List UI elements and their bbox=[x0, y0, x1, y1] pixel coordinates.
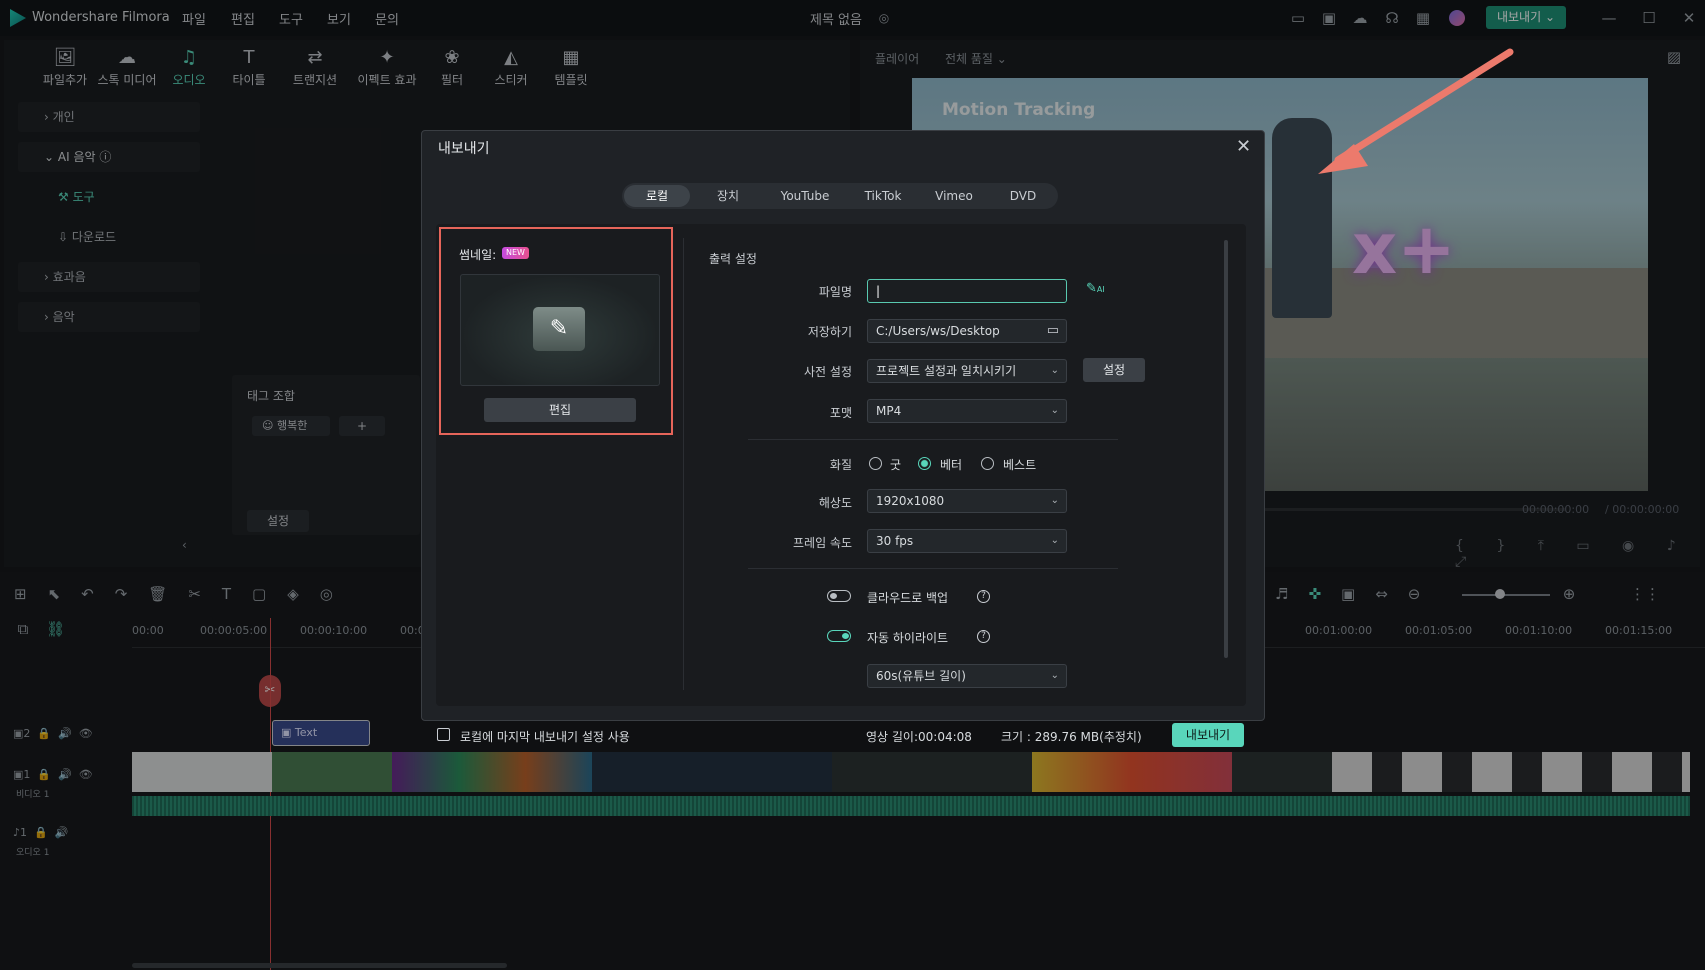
format-select[interactable]: MP4 ⌄ bbox=[867, 399, 1067, 423]
save-path-field[interactable]: C:/Users/ws/Desktop ▭ bbox=[867, 319, 1067, 343]
highlight-length-value: 60s(유튜브 길이) bbox=[876, 669, 966, 683]
filename-label: 파일명 bbox=[818, 285, 852, 299]
folder-icon[interactable]: ▭ bbox=[1047, 320, 1059, 342]
preset-select[interactable]: 프로젝트 설정과 일치시키기 ⌄ bbox=[867, 359, 1067, 383]
quality-radio-better[interactable] bbox=[918, 457, 931, 470]
size-text: 크기 : 289.76 MB(추정치) bbox=[1001, 730, 1142, 744]
framerate-value: 30 fps bbox=[876, 534, 914, 548]
save-path-value: C:/Users/ws/Desktop bbox=[876, 324, 1000, 338]
use-last-settings-label: 로컬에 마지막 내보내기 설정 사용 bbox=[460, 730, 630, 744]
quality-radio-best[interactable] bbox=[981, 457, 994, 470]
chevron-down-icon: ⌄ bbox=[1050, 405, 1059, 416]
vertical-divider bbox=[683, 238, 684, 690]
cloud-backup-label: 클라우드로 백업 bbox=[867, 591, 949, 605]
divider bbox=[748, 439, 1118, 440]
preset-settings-button[interactable]: 설정 bbox=[1083, 358, 1145, 382]
help-icon[interactable]: ? bbox=[977, 630, 990, 643]
auto-highlight-label: 자동 하이라이트 bbox=[867, 631, 949, 645]
ai-rename-icon[interactable]: ✎AI bbox=[1086, 281, 1105, 296]
tab-tiktok[interactable]: TikTok bbox=[850, 186, 916, 206]
preset-value: 프로젝트 설정과 일치시키기 bbox=[876, 364, 1017, 378]
new-badge: NEW bbox=[502, 247, 529, 259]
quality-option-best[interactable]: 베스트 bbox=[1003, 456, 1036, 473]
thumbnail-edit-button[interactable]: 편집 bbox=[484, 398, 636, 422]
resolution-select[interactable]: 1920x1080 ⌄ bbox=[867, 489, 1067, 513]
settings-scrollbar[interactable] bbox=[1224, 240, 1228, 658]
quality-option-good[interactable]: 굿 bbox=[890, 456, 901, 473]
framerate-select[interactable]: 30 fps ⌄ bbox=[867, 529, 1067, 553]
chevron-down-icon: ⌄ bbox=[1050, 670, 1059, 681]
quality-label: 화질 bbox=[829, 458, 852, 472]
chevron-down-icon: ⌄ bbox=[1050, 535, 1059, 546]
format-value: MP4 bbox=[876, 404, 902, 418]
highlight-length-select[interactable]: 60s(유튜브 길이) ⌄ bbox=[867, 664, 1067, 688]
annotation-arrow bbox=[1318, 48, 1514, 174]
tab-device[interactable]: 장치 bbox=[700, 186, 756, 206]
pencil-icon: ✎ bbox=[533, 307, 585, 351]
thumbnail-label: 썸네일: bbox=[459, 248, 497, 262]
framerate-label: 프레임 속도 bbox=[792, 536, 852, 550]
output-settings-title: 출력 설정 bbox=[709, 252, 757, 266]
quality-radio-good[interactable] bbox=[869, 457, 882, 470]
tab-vimeo[interactable]: Vimeo bbox=[923, 186, 985, 206]
auto-highlight-toggle[interactable] bbox=[827, 630, 851, 642]
chevron-down-icon: ⌄ bbox=[1050, 495, 1059, 506]
dialog-title: 내보내기 bbox=[438, 141, 490, 157]
close-icon[interactable]: ✕ bbox=[1236, 136, 1251, 157]
help-icon[interactable]: ? bbox=[977, 590, 990, 603]
chevron-down-icon: ⌄ bbox=[1050, 365, 1059, 376]
format-label: 포맷 bbox=[829, 406, 852, 420]
export-button[interactable]: 내보내기 bbox=[1172, 723, 1244, 747]
save-path-label: 저장하기 bbox=[807, 325, 852, 339]
resolution-label: 해상도 bbox=[818, 496, 852, 510]
tab-youtube[interactable]: YouTube bbox=[770, 186, 840, 206]
tab-local[interactable]: 로컬 bbox=[624, 186, 690, 206]
quality-option-better[interactable]: 베터 bbox=[940, 456, 962, 473]
tab-dvd[interactable]: DVD bbox=[995, 186, 1051, 206]
divider bbox=[748, 568, 1118, 569]
preset-label: 사전 설정 bbox=[804, 365, 852, 379]
resolution-value: 1920x1080 bbox=[876, 494, 945, 508]
use-last-settings-checkbox[interactable] bbox=[437, 728, 450, 741]
filename-input[interactable]: | bbox=[867, 279, 1067, 303]
cloud-backup-toggle[interactable] bbox=[827, 590, 851, 602]
duration-text: 영상 길이:00:04:08 bbox=[866, 730, 972, 744]
